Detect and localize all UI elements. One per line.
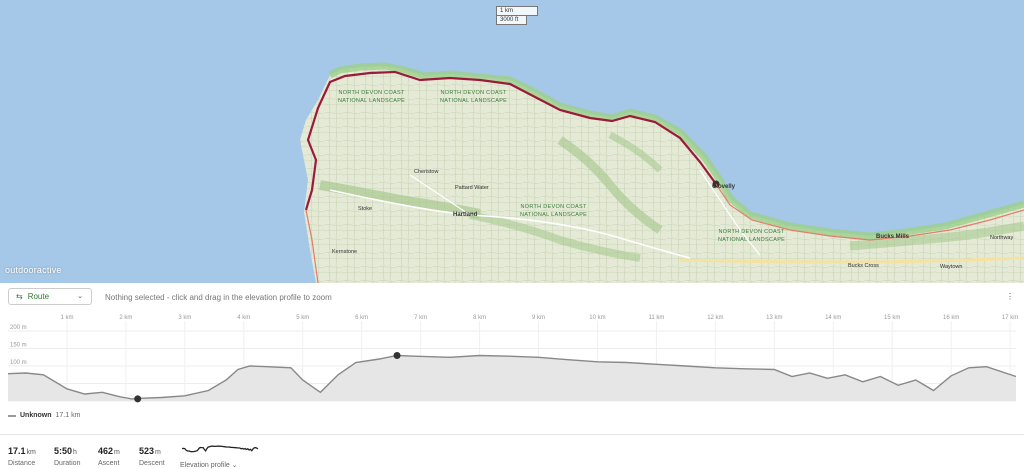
place-label: Bucks Cross: [848, 263, 879, 269]
x-tick-label: 11 km: [648, 315, 664, 321]
x-tick-label: 15 km: [884, 315, 900, 321]
place-label: Clovelly: [712, 184, 736, 190]
chevron-down-icon: ⌄: [231, 462, 238, 469]
elevation-profile-toggle[interactable]: Elevation profile ⌄: [180, 441, 260, 469]
mini-profile-thumbnail: [181, 445, 259, 453]
area-label: NORTH DEVON COAST NATIONAL LANDSCAPE: [338, 90, 406, 104]
place-label: Hartland: [453, 212, 478, 218]
mini-profile-line: [181, 445, 259, 453]
distance-value: 17.1: [8, 446, 26, 456]
descent-value: 523: [139, 446, 155, 456]
legend-series-value: 17.1 km: [55, 412, 81, 419]
y-tick-label: 100 m: [10, 360, 27, 366]
x-tick-label: 9 km: [532, 315, 545, 321]
route-label: Route: [27, 292, 50, 301]
x-tick-label: 1 km: [60, 315, 73, 321]
map-view[interactable]: 1 km 3000 ft NORTH DEVON COAST NATIONAL …: [0, 0, 1024, 283]
y-tick-label: 150 m: [10, 343, 27, 349]
x-tick-label: 4 km: [237, 315, 250, 321]
elevation-chart[interactable]: 200 m150 m100 m50 m0 m1 km2 km3 km4 km5 …: [0, 311, 1024, 406]
place-label: Northway: [990, 235, 1014, 241]
watermark: outdooractive: [5, 265, 62, 275]
elevation-profile[interactable]: 200 m150 m100 m50 m0 m1 km2 km3 km4 km5 …: [0, 311, 1024, 406]
chevron-down-icon: ⌄: [77, 293, 83, 300]
x-tick-label: 16 km: [943, 315, 959, 321]
elevation-area: [8, 355, 1016, 401]
duration-value: 5:50: [54, 446, 73, 456]
legend-series-name: Unknown: [20, 412, 52, 419]
x-tick-label: 8 km: [473, 315, 486, 321]
elevation-marker: [134, 395, 142, 403]
area-label: NORTH DEVON COAST NATIONAL LANDSCAPE: [440, 90, 508, 104]
place-label: Bucks Mills: [876, 234, 910, 240]
x-tick-label: 5 km: [296, 315, 309, 321]
stat-ascent: 462m Ascent: [98, 441, 120, 467]
stat-distance: 17.1km Distance: [8, 441, 36, 467]
ascent-value: 462: [98, 446, 114, 456]
area-label: NORTH DEVON COAST NATIONAL LANDSCAPE: [520, 204, 588, 218]
x-tick-label: 2 km: [119, 315, 132, 321]
distance-unit: km: [26, 449, 36, 456]
ascent-label: Ascent: [98, 460, 120, 467]
x-tick-label: 12 km: [707, 315, 723, 321]
descent-unit: m: [155, 449, 161, 456]
x-tick-label: 13 km: [766, 315, 782, 321]
ascent-unit: m: [114, 449, 120, 456]
x-tick-label: 3 km: [178, 315, 191, 321]
profile-toolbar: ⇆ Route ⌄ Nothing selected - click and d…: [0, 283, 1024, 311]
stats-bar: 17.1km Distance 5:50h Duration 462m Asce…: [0, 434, 1024, 469]
place-label: Cheristow: [414, 169, 439, 175]
distance-label: Distance: [8, 460, 36, 467]
elevation-profile-label: Elevation profile: [180, 462, 230, 469]
legend-swatch: [8, 414, 16, 417]
scale-km: 1 km: [496, 6, 538, 16]
place-label: Waytown: [940, 264, 963, 270]
profile-legend: Unknown 17.1 km: [8, 412, 80, 419]
x-tick-label: 14 km: [825, 315, 841, 321]
x-tick-label: 10 km: [589, 315, 605, 321]
route-dropdown[interactable]: ⇆ Route ⌄: [8, 288, 92, 305]
map-canvas[interactable]: [0, 0, 1024, 283]
scale-ft: 3000 ft: [496, 16, 527, 25]
stat-descent: 523m Descent: [139, 441, 165, 467]
duration-label: Duration: [54, 460, 81, 467]
duration-unit: h: [73, 449, 77, 456]
stat-duration: 5:50h Duration: [54, 441, 80, 467]
descent-label: Descent: [139, 460, 165, 467]
place-label: Kernstone: [332, 249, 358, 255]
place-label: Pattard Water: [455, 185, 489, 191]
place-label: Stoke: [358, 206, 373, 212]
selection-hint: Nothing selected - click and drag in the…: [105, 293, 332, 302]
route-icon: ⇆: [16, 292, 23, 301]
elevation-marker: [393, 352, 401, 359]
x-tick-label: 6 km: [355, 315, 368, 321]
x-tick-label: 17 km: [1002, 315, 1018, 321]
x-tick-label: 7 km: [414, 315, 427, 321]
map-scale: 1 km 3000 ft: [496, 6, 538, 25]
y-tick-label: 200 m: [10, 325, 27, 331]
area-label: NORTH DEVON COAST NATIONAL LANDSCAPE: [718, 229, 786, 243]
more-icon[interactable]: ⋮: [1006, 292, 1014, 301]
